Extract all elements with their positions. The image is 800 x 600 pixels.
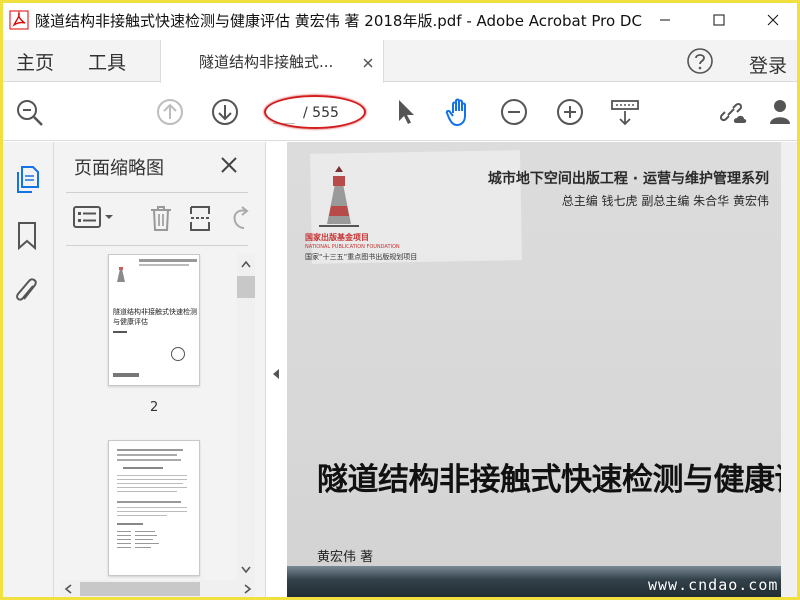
thumbnail-panel: 页面缩略图 隧道结构非接触式快速检测 与健康评估 2 [54,142,265,600]
user-add-icon [770,100,790,124]
thumbnail-page-3[interactable] [108,440,200,576]
next-page-button[interactable] [211,98,239,126]
close-window-button[interactable] [746,0,800,40]
bookmark-icon[interactable] [16,220,38,256]
scrolling-mode-button[interactable] [609,98,641,128]
seal-icon [171,347,185,361]
window-title: 隧道结构非接触式快速检测与健康评估 黄宏伟 著 2018年版.pdf - Ado… [35,11,642,30]
plus-circle-icon [557,99,583,125]
arrow-up-circle-icon [157,99,183,125]
thumbnail-list: 隧道结构非接触式快速检测 与健康评估 2 [66,254,252,580]
book-cover-page: 国家出版基金项目 NATIONAL PUBLICATION FOUNDATION… [287,142,800,600]
site-watermark: www.cndao.com [648,576,779,594]
minus-circle-icon [501,99,527,125]
options-menu-icon [73,206,113,228]
maximize-button[interactable] [692,0,746,40]
hand-tool-button[interactable] [444,96,476,128]
tab-row: 主页 工具 隧道结构非接触式... [0,40,800,83]
document-vertical-scrollbar[interactable] [781,142,800,600]
zoom-out-button[interactable] [500,98,528,126]
acrobat-app-icon [9,10,29,30]
title-bar: 隧道结构非接触式快速检测与健康评估 黄宏伟 著 2018年版.pdf - Ado… [0,0,800,40]
series-editors: 总主编 钱七虎 副总主编 朱合华 黄宏伟 [561,194,769,208]
scroll-right-icon[interactable] [244,584,252,594]
page-thumbnails-icon[interactable] [13,162,41,198]
book-title: 隧道结构非接触式快速检测与健康评估 [317,462,800,498]
zoom-in-button[interactable] [556,98,584,126]
divider [66,245,248,246]
select-tool-button[interactable] [395,97,417,127]
document-tab-label: 隧道结构非接触式... [199,53,334,71]
annotation-oval [264,95,366,129]
horizontal-scroll-thumb[interactable] [80,582,200,596]
attachment-icon[interactable] [13,274,41,312]
minimize-button[interactable] [638,0,692,40]
login-button[interactable]: 登录 [749,51,787,78]
tab-home[interactable]: 主页 [16,40,54,82]
page-split-icon [190,206,211,231]
rotate-pages-button[interactable] [230,204,252,236]
thumbnail-vertical-scrollbar[interactable] [237,254,255,580]
tab-tools[interactable]: 工具 [88,40,126,82]
fund-project-subtitle: NATIONAL PUBLICATION FOUNDATION [305,244,400,250]
thumbnail-title-line1: 隧道结构非接触式快速检测 [113,308,197,316]
delete-pages-button[interactable] [148,204,174,236]
close-panel-icon[interactable] [220,156,238,178]
hand-icon [445,98,466,126]
panel-splitter[interactable] [265,142,287,600]
thumbnail-page-2[interactable]: 隧道结构非接触式快速检测 与健康评估 [108,254,200,386]
rotate-icon [233,206,249,229]
scroll-down-icon[interactable] [241,566,251,574]
zoom-search-icon[interactable] [14,97,46,129]
series-title: 城市地下空间出版工程 · 运营与维护管理系列 [487,171,769,187]
document-view[interactable]: 国家出版基金项目 NATIONAL PUBLICATION FOUNDATION… [287,142,800,600]
trash-icon [151,206,171,231]
vertical-scroll-thumb[interactable] [237,276,255,298]
publishing-plan-label: 国家“十三五”重点图书出版规划项目 [305,253,418,261]
thumbnail-title-line2: 与健康评估 [113,318,148,326]
left-rail [0,142,54,600]
share-user-button[interactable] [768,97,798,129]
thumbnail-page-number: 2 [150,400,159,415]
close-tab-icon[interactable] [363,53,373,72]
fund-logo-icon [309,166,369,236]
minimize-icon [660,19,670,21]
link-cloud-icon [719,102,747,123]
maximize-icon [713,14,725,26]
share-link-button[interactable] [716,97,750,129]
fund-project-label: 国家出版基金项目 [305,232,369,242]
previous-page-button[interactable] [156,98,184,126]
page-display-icon [611,100,639,126]
panel-title: 页面缩略图 [74,158,164,179]
cursor-arrow-icon [399,100,414,124]
arrow-down-circle-icon [212,99,238,125]
extract-pages-button[interactable] [188,204,214,236]
scroll-left-icon[interactable] [64,584,72,594]
tab-document[interactable]: 隧道结构非接触式... [160,40,384,83]
thumbnail-options-button[interactable] [72,204,118,234]
close-icon [767,14,779,26]
collapse-panel-icon[interactable] [272,368,280,380]
fund-logo-icon [117,267,125,282]
thumbnail-horizontal-scrollbar[interactable] [60,580,255,598]
divider [66,192,248,193]
help-icon[interactable] [686,47,714,79]
scroll-up-icon[interactable] [241,260,251,268]
book-author: 黄宏伟 著 [317,550,374,565]
